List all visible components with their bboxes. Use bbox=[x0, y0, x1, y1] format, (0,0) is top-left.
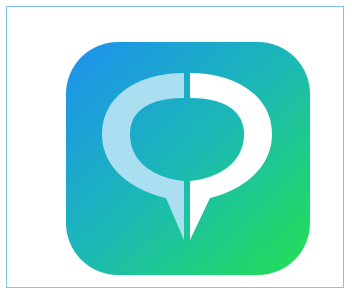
image-frame bbox=[6, 6, 344, 288]
app-icon-background bbox=[66, 42, 310, 275]
app-icon[interactable] bbox=[66, 42, 310, 275]
app-icon-graphic bbox=[66, 42, 310, 275]
